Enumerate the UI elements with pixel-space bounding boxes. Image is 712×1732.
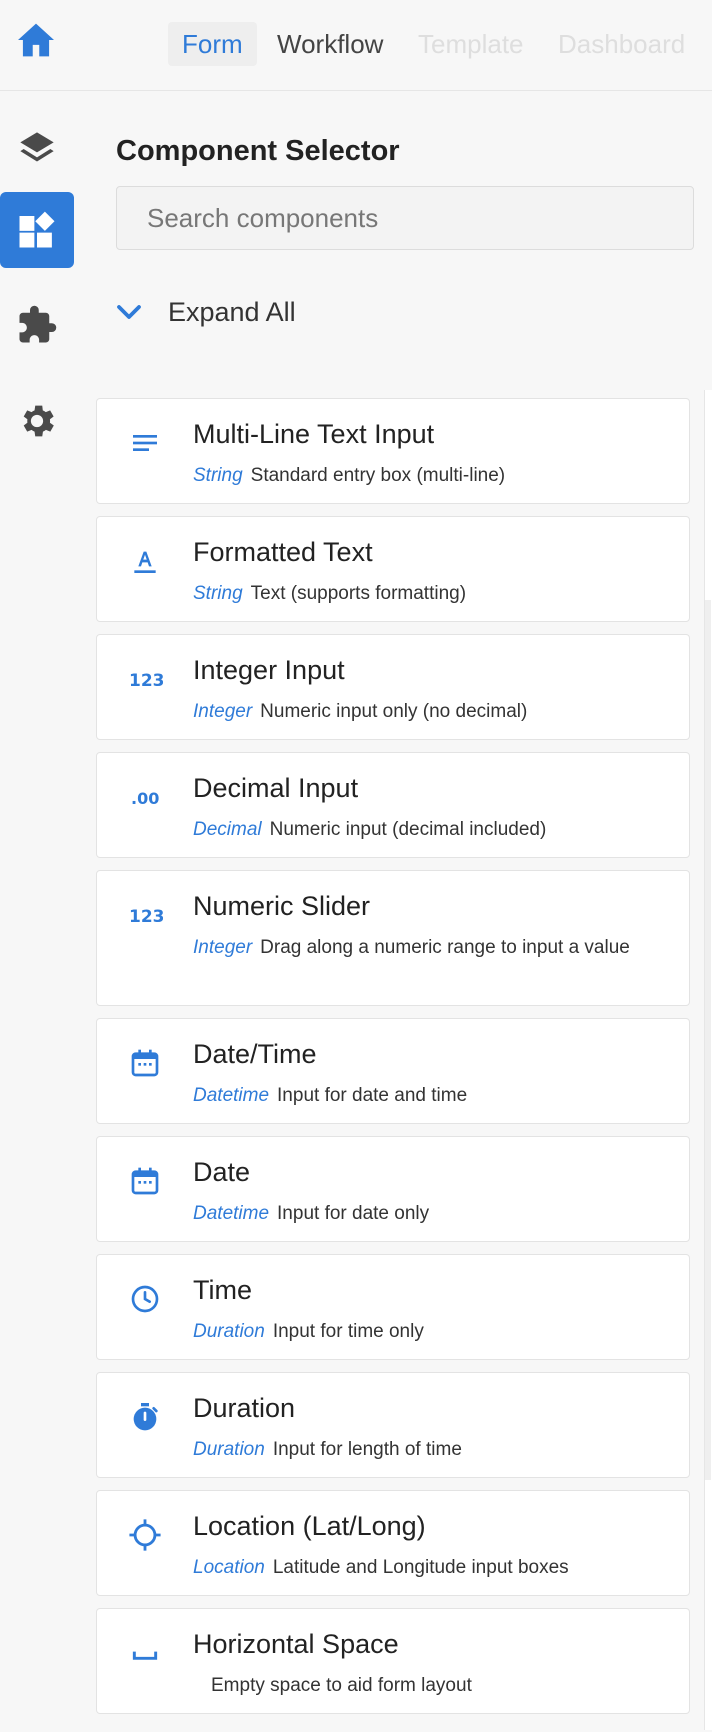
expand-all-button[interactable]: Expand All [114, 287, 296, 337]
list-item[interactable]: Time Duration Input for time only [96, 1254, 690, 1360]
gear-icon [23, 405, 54, 437]
component-type: Location [193, 1557, 265, 1578]
list-item[interactable]: Date/Time Datetime Input for date and tim… [96, 1018, 690, 1124]
tab-dashboard[interactable]: Dashboard [558, 22, 685, 66]
component-name: Numeric Slider [193, 891, 371, 921]
component-name: Duration [193, 1393, 296, 1423]
component-desc: Numeric input (decimal included) [269, 819, 547, 840]
component-type: Duration [193, 1321, 265, 1342]
svg-text:123: 123 [129, 907, 163, 927]
list-item[interactable]: .00 Decimal Input Decimal Numeric input (… [96, 752, 690, 858]
component-desc: Numeric input only (no decimal) [260, 701, 528, 722]
chevron-down-icon [117, 305, 141, 319]
crosshair-icon [129, 1519, 161, 1551]
component-name: Horizontal Space [193, 1629, 399, 1659]
search-input[interactable] [116, 186, 694, 250]
component-desc: Input for date only [277, 1203, 430, 1224]
expand-all-label: Expand All [168, 296, 296, 327]
component-type: Integer [193, 701, 253, 722]
component-name: Time [193, 1275, 252, 1305]
component-desc: Input for time only [272, 1321, 424, 1342]
component-desc: Latitude and Longitude input boxes [272, 1557, 569, 1578]
space-icon [132, 1651, 158, 1660]
component-name: Formatted Text [193, 537, 373, 567]
component-name: Multi-Line Text Input [193, 419, 435, 449]
home-button[interactable] [14, 18, 58, 62]
component-type: String [193, 465, 243, 486]
timer-icon [133, 1403, 158, 1431]
list-item[interactable]: Duration Duration Input for length of tim… [96, 1372, 690, 1478]
component-name: Decimal Input [193, 773, 359, 803]
list-item[interactable]: Location (Lat/Long) Location Latitude and… [96, 1490, 690, 1596]
component-name: Date [193, 1157, 251, 1187]
top-bar: Form Workflow Template Dashboard [0, 0, 712, 91]
puzzle-icon [19, 305, 57, 343]
component-desc: Text (supports formatting) [250, 583, 467, 604]
home-icon [18, 23, 54, 57]
svg-text:.00: .00 [131, 789, 159, 808]
clock-icon [131, 1285, 159, 1313]
component-desc: Drag along a numeric range to input a va… [260, 937, 630, 958]
component-type: String [193, 583, 243, 604]
rail-item-plugins[interactable] [0, 287, 74, 363]
component-type: Integer [193, 937, 253, 958]
lines-icon [133, 435, 157, 451]
rail-item-components[interactable] [0, 192, 74, 268]
list-item[interactable]: Horizontal Space Empty space to aid form… [96, 1608, 690, 1714]
panel-title: Component Selector [116, 135, 400, 167]
number-123-icon: 123 [129, 671, 163, 691]
component-desc: Input for date and time [277, 1085, 468, 1106]
component-type: Datetime [193, 1085, 270, 1106]
widgets-icon [19, 211, 55, 248]
tab-template[interactable]: Template [418, 22, 524, 66]
component-desc: Empty space to aid form layout [211, 1675, 472, 1696]
rail-item-layers[interactable] [0, 111, 74, 187]
component-name: Location (Lat/Long) [193, 1511, 426, 1541]
list-item[interactable]: Formatted Text String Text (supports form… [96, 516, 690, 622]
tab-workflow[interactable]: Workflow [277, 22, 383, 66]
list-item[interactable]: 123 Integer Input Integer Numeric input o… [96, 634, 690, 740]
component-panel: Component Selector Expand All Multi-Line… [86, 91, 712, 1732]
tab-form[interactable]: Form [168, 22, 257, 66]
svg-text:123: 123 [129, 671, 163, 691]
list-item[interactable]: 123 Numeric Slider Integer Drag along a n… [96, 870, 690, 1006]
rail-item-settings[interactable] [0, 383, 74, 459]
left-rail [0, 91, 86, 1732]
component-desc: Standard entry box (multi-line) [250, 465, 506, 486]
list-item[interactable]: Date Datetime Input for date only [96, 1136, 690, 1242]
layers-icon [20, 132, 54, 162]
component-type: Duration [193, 1439, 265, 1460]
decimal-icon: .00 [131, 789, 159, 808]
list-item[interactable]: Multi-Line Text Input String Standard ent… [96, 398, 690, 504]
component-name: Integer Input [193, 655, 345, 685]
calendar-icon [131, 1167, 159, 1195]
component-desc: Input for length of time [272, 1439, 462, 1460]
calendar-icon [131, 1049, 159, 1077]
component-name: Date/Time [193, 1039, 317, 1069]
component-type: Decimal [193, 819, 262, 840]
format-text-icon [134, 551, 156, 573]
number-123-icon: 123 [129, 907, 163, 927]
component-type: Datetime [193, 1203, 270, 1224]
scrollbar-thumb[interactable] [705, 600, 711, 1480]
